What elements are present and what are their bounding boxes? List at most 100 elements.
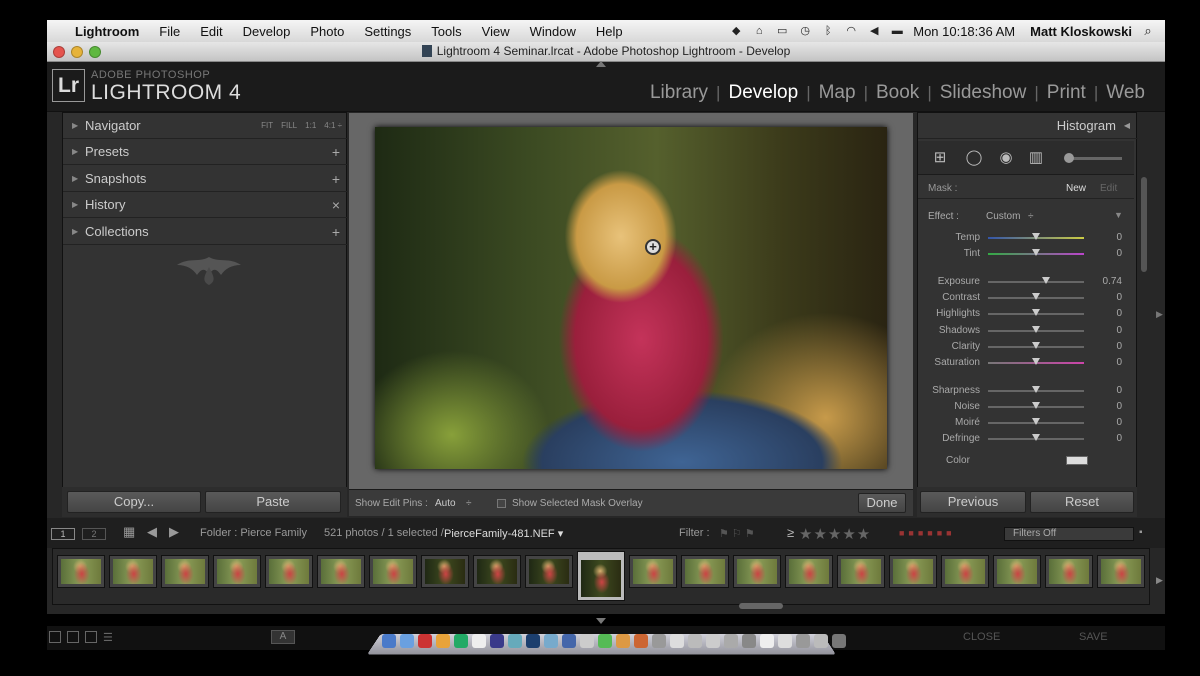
mask-overlay-checkbox[interactable] — [497, 499, 506, 508]
slider-saturation[interactable]: Saturation 0 — [918, 355, 1134, 371]
slider-tint[interactable]: Tint 0 — [918, 246, 1134, 262]
grid-view-icon[interactable]: ▦ — [123, 524, 135, 540]
menubar-clock[interactable]: Mon 10:18:36 AM — [913, 24, 1015, 39]
presets-header[interactable]: ▶ Presets + — [63, 139, 348, 165]
module-library[interactable]: Library — [642, 82, 716, 104]
filmstrip-thumbnail[interactable] — [1045, 555, 1093, 588]
histogram-header[interactable]: Histogram ◀ — [918, 113, 1138, 139]
rating-operator[interactable]: ≥ — [787, 525, 794, 540]
dropbox-icon[interactable]: ◆ — [729, 25, 743, 37]
view-mode-1-icon[interactable] — [49, 631, 61, 643]
a-button[interactable]: A — [271, 630, 295, 644]
battery-icon[interactable]: ▬ — [890, 25, 904, 37]
collections-header[interactable]: ▶ Collections + — [63, 219, 348, 245]
dock-app-icon[interactable] — [418, 634, 432, 648]
rating-filter-stars[interactable]: ★★★★★ — [799, 525, 871, 543]
bluetooth-icon[interactable]: ᛒ — [821, 25, 835, 37]
nav-fill-option[interactable]: FILL — [281, 113, 297, 139]
filmstrip-thumbnail[interactable] — [681, 555, 729, 588]
menu-app-name[interactable]: Lightroom — [65, 24, 149, 39]
select-arrows-icon[interactable]: ÷ — [466, 498, 472, 509]
slider-temp[interactable]: Temp 0 — [918, 230, 1134, 246]
filmstrip-thumbnail[interactable] — [109, 555, 157, 588]
dock-app-icon[interactable] — [688, 634, 702, 648]
right-panel-toggle-icon[interactable]: ▶ — [1156, 309, 1163, 320]
dock-app-icon[interactable] — [814, 634, 828, 648]
menu-settings[interactable]: Settings — [354, 24, 421, 39]
effect-disclosure-icon[interactable]: ▼ — [1114, 210, 1123, 220]
module-slideshow[interactable]: Slideshow — [932, 82, 1035, 104]
slider-clarity[interactable]: Clarity 0 — [918, 339, 1134, 355]
mask-new-button[interactable]: New — [1066, 183, 1086, 194]
slider-knob[interactable] — [1032, 293, 1040, 300]
slider-value[interactable]: 0 — [1116, 308, 1122, 319]
history-header[interactable]: ▶ History × — [63, 192, 348, 218]
slider-knob[interactable] — [1032, 386, 1040, 393]
slider-value[interactable]: 0 — [1116, 401, 1122, 412]
slider-noise[interactable]: Noise 0 — [918, 399, 1134, 415]
select-arrows-icon[interactable]: ÷ — [1028, 211, 1034, 222]
airplay-icon[interactable]: ▭ — [775, 25, 789, 37]
time-machine-icon[interactable]: ◷ — [798, 25, 812, 37]
navigator-header[interactable]: ▶ Navigator FIT FILL 1:1 4:1 ÷ — [63, 113, 348, 139]
nav-1to1-option[interactable]: 1:1 — [305, 113, 316, 139]
snapshots-header[interactable]: ▶ Snapshots + — [63, 166, 348, 192]
selected-filename[interactable]: PierceFamily-481.NEF ▾ — [444, 527, 563, 540]
home-icon[interactable]: ⌂ — [752, 25, 766, 37]
slider-value[interactable]: 0 — [1116, 385, 1122, 396]
filmstrip-thumbnail[interactable] — [1097, 555, 1145, 588]
adjustment-brush-knob[interactable] — [1064, 153, 1074, 163]
filmstrip-toggle-icon[interactable]: ▶ — [1156, 575, 1163, 586]
dock-app-icon[interactable] — [472, 634, 486, 648]
right-panel-scrollbar[interactable] — [1141, 177, 1147, 272]
menu-help[interactable]: Help — [586, 24, 633, 39]
done-button[interactable]: Done — [858, 493, 906, 513]
filmstrip-thumbnail[interactable] — [317, 555, 365, 588]
filmstrip-thumbnail[interactable] — [161, 555, 209, 588]
dock-app-icon[interactable] — [526, 634, 540, 648]
slider-knob[interactable] — [1032, 326, 1040, 333]
slider-exposure[interactable]: Exposure 0.74 — [918, 274, 1134, 290]
slider-knob[interactable] — [1032, 358, 1040, 365]
filmstrip-thumbnail[interactable] — [993, 555, 1041, 588]
add-snapshot-icon[interactable]: + — [332, 166, 340, 192]
dock-app-icon[interactable] — [778, 634, 792, 648]
zoom-window-button[interactable] — [89, 46, 101, 58]
nav-zoom-option[interactable]: 4:1 ÷ — [324, 113, 342, 139]
spotlight-search-icon[interactable]: ⌕ — [1141, 24, 1155, 37]
filter-lock-icon[interactable]: ▪ — [1139, 527, 1143, 538]
dock-app-icon[interactable] — [634, 634, 648, 648]
filmstrip-thumbnail[interactable] — [889, 555, 937, 588]
filmstrip-thumbnail[interactable] — [941, 555, 989, 588]
menu-edit[interactable]: Edit — [190, 24, 232, 39]
slider-value[interactable]: 0 — [1116, 433, 1122, 444]
color-swatch[interactable] — [1066, 456, 1088, 465]
list-view-icon[interactable]: ☰ — [103, 631, 115, 644]
slider-value[interactable]: 0 — [1116, 325, 1122, 336]
slider-knob[interactable] — [1041, 277, 1050, 284]
add-collection-icon[interactable]: + — [332, 219, 340, 245]
slider-knob[interactable] — [1032, 309, 1040, 316]
dock-app-icon[interactable] — [580, 634, 594, 648]
slider-shadows[interactable]: Shadows 0 — [918, 323, 1134, 339]
menu-tools[interactable]: Tools — [421, 24, 471, 39]
slider-value[interactable]: 0 — [1116, 341, 1122, 352]
crop-tool-icon[interactable]: ⊞ — [930, 148, 950, 168]
dock-app-icon[interactable] — [490, 634, 504, 648]
bottom-panel-toggle-icon[interactable] — [596, 618, 606, 624]
add-preset-icon[interactable]: + — [332, 139, 340, 165]
filmstrip-thumbnail[interactable] — [473, 555, 521, 588]
red-eye-tool-icon[interactable]: ◉ — [996, 148, 1016, 168]
main-monitor-button[interactable]: 1 — [51, 528, 75, 540]
filter-preset-select[interactable]: Filters Off — [1004, 527, 1134, 541]
menu-photo[interactable]: Photo — [300, 24, 354, 39]
module-map[interactable]: Map — [811, 82, 864, 104]
show-edit-pins-select[interactable]: Auto — [435, 498, 456, 509]
slider-highlights[interactable]: Highlights 0 — [918, 306, 1134, 322]
dock-app-icon[interactable] — [724, 634, 738, 648]
effect-select[interactable]: Custom — [986, 211, 1020, 222]
menu-file[interactable]: File — [149, 24, 190, 39]
slider-sharpness[interactable]: Sharpness 0 — [918, 383, 1134, 399]
view-mode-3-icon[interactable] — [85, 631, 97, 643]
view-mode-2-icon[interactable] — [67, 631, 79, 643]
